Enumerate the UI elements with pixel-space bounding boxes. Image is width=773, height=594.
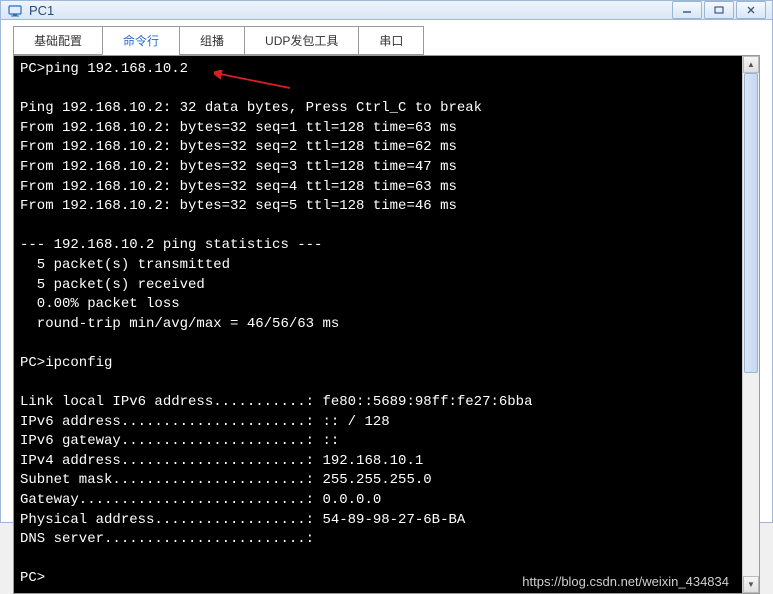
scroll-track[interactable] (743, 73, 759, 576)
tab-multicast[interactable]: 组播 (179, 26, 245, 55)
terminal-output[interactable]: PC>ping 192.168.10.2 Ping 192.168.10.2: … (14, 56, 742, 593)
window-title: PC1 (29, 3, 672, 18)
tab-bar: 基础配置 命令行 组播 UDP发包工具 串口 (1, 20, 772, 55)
scroll-up-button[interactable]: ▲ (743, 56, 759, 73)
app-window: PC1 基础配置 命令行 组播 UDP发包工具 串口 PC>ping 192.1… (0, 0, 773, 523)
scrollbar: ▲ ▼ (742, 56, 759, 593)
tab-serial[interactable]: 串口 (358, 26, 424, 55)
terminal-container: PC>ping 192.168.10.2 Ping 192.168.10.2: … (13, 55, 760, 594)
close-button[interactable] (736, 1, 766, 19)
titlebar: PC1 (1, 1, 772, 20)
minimize-button[interactable] (672, 1, 702, 19)
window-controls (672, 1, 766, 19)
scroll-thumb[interactable] (744, 73, 758, 373)
scroll-down-button[interactable]: ▼ (743, 576, 759, 593)
tab-command-line[interactable]: 命令行 (102, 26, 180, 55)
tab-udp-tool[interactable]: UDP发包工具 (244, 26, 359, 55)
maximize-button[interactable] (704, 1, 734, 19)
app-icon (7, 2, 23, 18)
tab-basic-config[interactable]: 基础配置 (13, 26, 103, 55)
